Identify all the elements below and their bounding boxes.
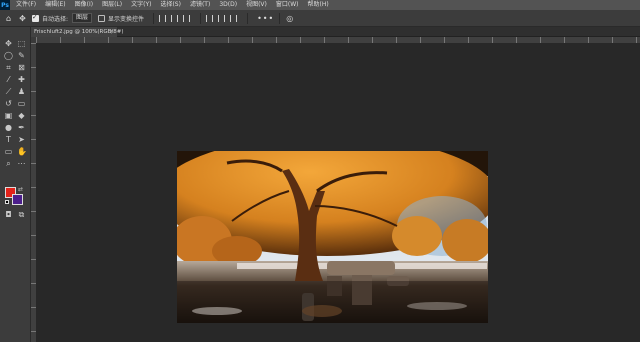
menu-image[interactable]: 图像(I)	[75, 0, 93, 10]
crop-icon[interactable]: ⌗	[4, 63, 13, 72]
document-tab-bar: Frischluft2.jpg @ 100%(RGB/8#) ×	[31, 27, 640, 37]
menu-help[interactable]: 帮助(H)	[308, 0, 329, 10]
align-center-icon[interactable]	[171, 14, 179, 22]
divider	[247, 12, 249, 24]
menu-view[interactable]: 视图(V)	[246, 0, 267, 10]
options-bar: ⌂ ✥ 自动选择: 图层 显示变换控件 ••• ◎	[0, 10, 640, 27]
move-tool-preset-icon[interactable]: ✥	[18, 14, 27, 23]
background-color-swatch[interactable]	[12, 194, 23, 205]
zoom-icon[interactable]: ⌕	[4, 159, 13, 168]
tree-photo	[177, 151, 488, 323]
default-colors-icon[interactable]	[5, 200, 9, 204]
more-tools-icon[interactable]: ⋯	[17, 159, 26, 168]
path-select-icon[interactable]: ➤	[17, 135, 26, 144]
divider	[200, 12, 202, 24]
eraser-icon[interactable]: ▭	[17, 99, 26, 108]
menu-3d[interactable]: 3D(D)	[219, 0, 237, 10]
show-transform-checkbox[interactable]	[98, 14, 106, 22]
lasso-icon[interactable]: ◯	[4, 51, 13, 60]
document-tab[interactable]: Frischluft2.jpg @ 100%(RGB/8#) ×	[31, 27, 124, 37]
rectangle-icon[interactable]: ▭	[4, 147, 13, 156]
divider	[279, 12, 281, 24]
history-brush-icon[interactable]: ↺	[4, 99, 13, 108]
align-left-icon[interactable]	[159, 14, 167, 22]
document-image[interactable]	[177, 151, 488, 323]
align-middle-icon[interactable]	[218, 14, 226, 22]
gradient-icon[interactable]: ▣	[4, 111, 13, 120]
eyedropper-icon[interactable]: ⁄	[4, 75, 13, 84]
menu-bar: Ps 文件(F) 编辑(E) 图像(I) 图层(L) 文字(Y) 选择(S) 滤…	[0, 0, 640, 10]
3d-mode-icon[interactable]: ◎	[285, 14, 294, 23]
show-transform-label: 显示变换控件	[108, 15, 145, 23]
tool-panel: ✥ ⬚ ◯ ✎ ⌗ ⊠ ⁄ ✚ ⟋ ♟ ↺ ▭ ▣ ◆ ● ✒ T ➤ ▭ ✋ …	[0, 27, 31, 342]
marquee-icon[interactable]: ⬚	[17, 39, 26, 48]
menu-file[interactable]: 文件(F)	[16, 0, 36, 10]
screen-mode-icon[interactable]: ⧉	[17, 210, 26, 219]
frame-icon[interactable]: ⊠	[17, 63, 26, 72]
align-right-icon[interactable]	[183, 14, 191, 22]
clone-stamp-icon[interactable]: ♟	[17, 87, 26, 96]
dodge-icon[interactable]: ●	[4, 123, 13, 132]
menu-window[interactable]: 窗口(W)	[276, 0, 299, 10]
align-bottom-icon[interactable]	[230, 14, 238, 22]
quick-mask-icon[interactable]: ◘	[4, 210, 13, 219]
divider	[153, 12, 155, 24]
menu-type[interactable]: 文字(Y)	[131, 0, 151, 10]
move-icon[interactable]: ✥	[4, 39, 13, 48]
more-options-icon[interactable]: •••	[257, 14, 274, 23]
close-icon[interactable]: ×	[109, 27, 114, 37]
auto-select-label: 自动选择:	[42, 15, 69, 23]
menu-select[interactable]: 选择(S)	[160, 0, 181, 10]
quick-select-icon[interactable]: ✎	[17, 51, 26, 60]
photoshop-logo: Ps	[0, 0, 10, 10]
healing-icon[interactable]: ✚	[17, 75, 26, 84]
home-icon[interactable]: ⌂	[4, 14, 13, 23]
hand-icon[interactable]: ✋	[17, 147, 27, 156]
blur-icon[interactable]: ◆	[17, 111, 26, 120]
type-icon[interactable]: T	[4, 135, 13, 144]
menu-layer[interactable]: 图层(L)	[102, 0, 122, 10]
auto-select-checkbox[interactable]	[32, 13, 39, 22]
brush-icon[interactable]: ⟋	[4, 87, 13, 96]
pen-icon[interactable]: ✒	[17, 123, 26, 132]
menu-filter[interactable]: 滤镜(T)	[190, 0, 210, 10]
swap-colors-icon[interactable]: ⇄	[18, 186, 23, 193]
align-top-icon[interactable]	[206, 14, 214, 22]
menu-edit[interactable]: 编辑(E)	[45, 0, 65, 10]
auto-select-dropdown[interactable]: 图层	[72, 13, 93, 23]
